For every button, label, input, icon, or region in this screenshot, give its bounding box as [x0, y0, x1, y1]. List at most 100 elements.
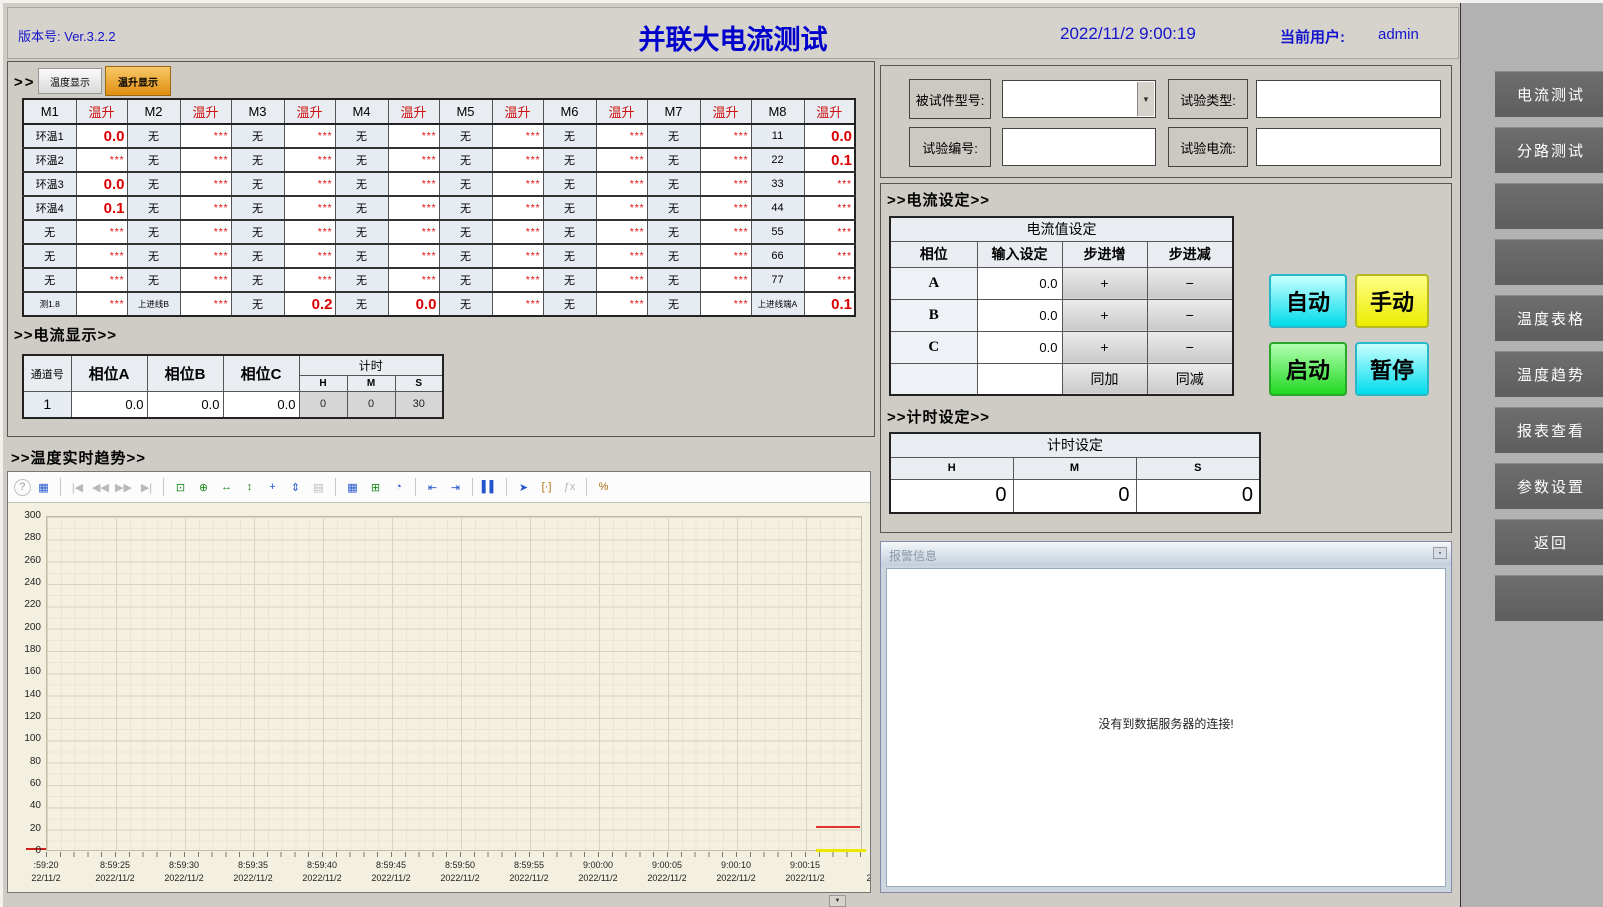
tick-date: 2022/11/2: [701, 872, 771, 885]
current-setting-row: B0.0+−: [890, 299, 1233, 331]
channel-name-cell: 无: [543, 124, 596, 148]
current-input-cell-c[interactable]: 0.0: [977, 331, 1062, 363]
step-decrease-b-button[interactable]: −: [1147, 299, 1233, 331]
manual-button[interactable]: 手动: [1355, 274, 1429, 328]
x-axis-label: 9:00:052022/11/2: [632, 859, 702, 885]
temp-rise-value-cell: 0.1: [76, 196, 127, 220]
sidebar-item-back[interactable]: 返回: [1495, 519, 1603, 565]
tab-temperature-rise-display[interactable]: 温升显示: [105, 66, 171, 96]
step-decrease-c-button[interactable]: −: [1147, 331, 1233, 363]
sidebar-item-branch-test[interactable]: 分路测试: [1495, 127, 1603, 173]
chart-plot-area[interactable]: [46, 516, 862, 851]
sidebar-item-parameter-settings[interactable]: 参数设置: [1495, 463, 1603, 509]
y-axis-label: 60: [8, 778, 41, 789]
temp-rise-value-cell: ***: [492, 172, 543, 196]
module-column-header: M4: [335, 99, 388, 124]
step-increase-c-button[interactable]: +: [1062, 331, 1147, 363]
zoom-horizontal-icon[interactable]: ↔: [216, 477, 237, 498]
channel-name-cell: 环温1: [23, 124, 76, 148]
sidebar-item-report-view[interactable]: 报表查看: [1495, 407, 1603, 453]
channel-name-cell: 测1.8: [23, 292, 76, 316]
pause-icon[interactable]: ▌▌: [479, 477, 500, 498]
step-decrease-a-button[interactable]: −: [1147, 267, 1233, 299]
sidebar-item-current-test[interactable]: 电流测试: [1495, 71, 1603, 117]
marker-icon[interactable]: [·]: [536, 477, 557, 498]
percent-icon[interactable]: %: [593, 477, 614, 498]
pan-icon[interactable]: +: [262, 477, 283, 498]
scroll-chart-left-icon[interactable]: ⇤: [422, 477, 443, 498]
channel-name-cell: 无: [647, 292, 700, 316]
sidebar-item-temperature-table[interactable]: 温度表格: [1495, 295, 1603, 341]
channel-name-cell: 无: [127, 124, 180, 148]
combobox-arrow-icon[interactable]: ▼: [1137, 82, 1154, 116]
step-increase-a-button[interactable]: +: [1062, 267, 1147, 299]
alarm-close-button[interactable]: ▪: [1433, 547, 1447, 559]
temperature-table-row: 环温10.0无***无***无***无***无***无***110.0: [23, 124, 855, 148]
timer-set-h-input[interactable]: 0: [890, 479, 1013, 513]
version-text: 版本号: Ver.3.2.2: [18, 26, 116, 45]
temp-rise-value-cell: ***: [596, 244, 647, 268]
chart-scroll-down-button[interactable]: ▼: [829, 895, 846, 907]
sidebar-item-temperature-trend[interactable]: 温度趋势: [1495, 351, 1603, 397]
timer-s-value-cell: 30: [395, 392, 443, 418]
scroll-chart-right-icon[interactable]: ⇥: [445, 477, 466, 498]
timer-s-header: S: [395, 376, 443, 392]
pause-button[interactable]: 暂停: [1355, 342, 1429, 396]
x-axis-label: 8:59:252022/11/2: [80, 859, 150, 885]
axis-scale-icon[interactable]: ⇕: [285, 477, 306, 498]
temp-rise-value-cell: ***: [388, 268, 439, 292]
channel-name-cell: 无: [23, 268, 76, 292]
zoom-window-icon[interactable]: ⊡: [170, 477, 191, 498]
device-model-label: 被试件型号:: [909, 79, 991, 119]
step-increase-b-button[interactable]: +: [1062, 299, 1147, 331]
auto-button[interactable]: 自动: [1269, 274, 1347, 328]
temperature-table-row: 无***无***无***无***无***无***无***55***: [23, 220, 855, 244]
chart-properties-icon[interactable]: ▦: [33, 477, 54, 498]
current-input-cell-b[interactable]: 0.0: [977, 299, 1062, 331]
module-column-header: M6: [543, 99, 596, 124]
channel-name-cell: 无: [127, 172, 180, 196]
start-button[interactable]: 启动: [1269, 342, 1347, 396]
tick-time: 8:59:45: [356, 859, 426, 872]
timer-set-m-header: M: [1013, 457, 1136, 479]
timer-set-s-input[interactable]: 0: [1136, 479, 1260, 513]
step-increase-all-button[interactable]: 同加: [1062, 363, 1147, 395]
tick-date: 2022/11/2: [356, 872, 426, 885]
test-number-input[interactable]: [1002, 128, 1156, 166]
add-plot-icon[interactable]: ⊞: [365, 477, 386, 498]
current-input-cell-blank[interactable]: [977, 363, 1062, 395]
tab-temperature-display[interactable]: 温度显示: [38, 68, 102, 94]
step-decrease-all-button[interactable]: 同减: [1147, 363, 1233, 395]
temp-rise-value-cell: ***: [388, 196, 439, 220]
x-axis-label: 8:59:402022/11/2: [287, 859, 357, 885]
cursor-icon[interactable]: ➤: [513, 477, 534, 498]
test-type-input[interactable]: [1256, 80, 1441, 118]
zoom-in-icon[interactable]: ⊕: [193, 477, 214, 498]
temp-rise-value-cell: ***: [596, 148, 647, 172]
temp-rise-value-cell: ***: [76, 268, 127, 292]
timer-set-m-input[interactable]: 0: [1013, 479, 1136, 513]
timer-col-header: 计时: [299, 355, 443, 376]
temp-rise-value-cell: 0.0: [804, 124, 855, 148]
test-current-input[interactable]: [1256, 128, 1441, 166]
temp-rise-value-cell: ***: [388, 244, 439, 268]
time-span-icon[interactable]: ◔: [388, 477, 409, 498]
temp-rise-value-cell: ***: [180, 148, 231, 172]
channel-name-cell: 无: [335, 124, 388, 148]
device-model-combobox[interactable]: ▼: [1002, 80, 1156, 118]
y-axis-label: 20: [8, 823, 41, 834]
temperature-table-row: 环温30.0无***无***无***无***无***无***33***: [23, 172, 855, 196]
rise-column-header: 温升: [76, 99, 127, 124]
zoom-vertical-icon[interactable]: ↕: [239, 477, 260, 498]
temp-rise-value-cell: ***: [492, 244, 543, 268]
tile-charts-icon[interactable]: ▦: [342, 477, 363, 498]
module-column-header: M8: [751, 99, 804, 124]
sidebar-item-blank-1: [1495, 183, 1603, 229]
alarm-message-area: 没有到数据服务器的连接!: [886, 568, 1446, 887]
temp-rise-value-cell: ***: [388, 172, 439, 196]
channel-name-cell: 无: [127, 148, 180, 172]
step-increase-header: 步进增: [1062, 241, 1147, 267]
channel-name-cell: 无: [335, 268, 388, 292]
current-input-cell-a[interactable]: 0.0: [977, 267, 1062, 299]
sidebar-item-blank-3: [1495, 575, 1603, 621]
